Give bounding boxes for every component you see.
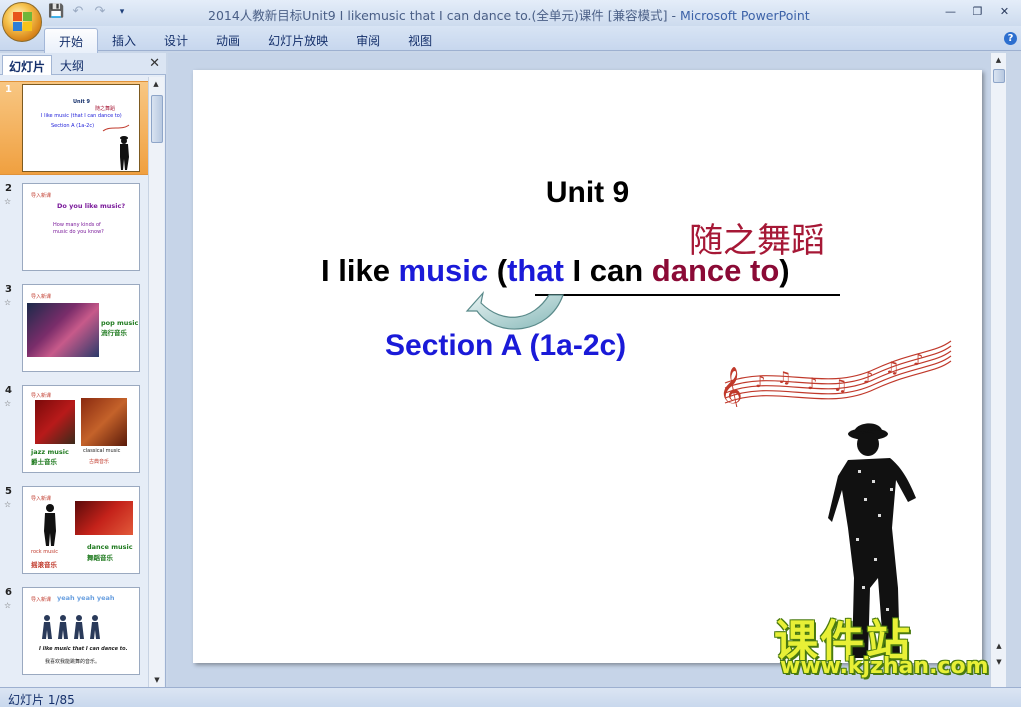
slide-number: 3 — [5, 284, 12, 295]
clause-underline — [535, 294, 840, 296]
window-title: 2014人教新目标Unit9 I likemusic that I can da… — [208, 8, 810, 23]
help-icon[interactable]: ? — [1004, 32, 1017, 45]
scroll-down-icon[interactable]: ▼ — [150, 673, 164, 687]
ribbon: 开始 插入 设计 动画 幻灯片放映 审阅 视图 ? — [0, 26, 1021, 53]
close-pane-icon[interactable]: ✕ — [149, 56, 160, 71]
svg-text:𝄞: 𝄞 — [719, 367, 743, 407]
classical-image — [81, 398, 127, 446]
slide-number: 2 — [5, 183, 12, 194]
scroll-thumb[interactable] — [993, 69, 1005, 83]
slide-thumbnail-2[interactable]: 2 ☆ 导入新课 Do you like music? How many kin… — [0, 181, 148, 275]
tab-view[interactable]: 视图 — [394, 28, 446, 53]
thumbnail-preview: 导入新课 rock music 摇滚音乐 dance music 舞蹈音乐 — [22, 486, 140, 574]
tab-animations[interactable]: 动画 — [202, 28, 254, 53]
slide-counter: 幻灯片 1/85 — [8, 693, 75, 707]
slide-number: 6 — [5, 587, 12, 598]
pane-tabs: 幻灯片 大纲 ✕ — [0, 53, 166, 75]
sentence-line: I like music (that I can dance to) — [321, 253, 790, 288]
tab-slides[interactable]: 幻灯片 — [2, 55, 53, 75]
tab-design[interactable]: 设计 — [150, 28, 202, 53]
slides-pane: 幻灯片 大纲 ✕ 1 Unit 9 随之舞蹈 I like music (tha… — [0, 53, 166, 687]
minimize-icon[interactable]: — — [938, 3, 963, 21]
dancing-figures-icon — [42, 615, 100, 639]
close-icon[interactable]: ✕ — [992, 3, 1017, 21]
slide-scrollbar[interactable]: ▲ ▲ ▼ — [990, 53, 1006, 687]
animation-icon: ☆ — [4, 500, 12, 509]
slide-thumbnail-4[interactable]: 4 ☆ 导入新课 jazz music 爵士音乐 classical music… — [0, 383, 148, 477]
dancers-image — [75, 501, 133, 535]
watermark-url: www.kjzhan.com — [780, 654, 989, 679]
slide-editor: Unit 9 随之舞蹈 I like music (that I can dan… — [168, 53, 1006, 687]
music-staff-icon: 𝄞 ♪ ♫ ♪ ♫ ♪ ♫ ♪ — [719, 340, 952, 407]
tab-slide-show[interactable]: 幻灯片放映 — [254, 28, 342, 53]
jazz-image — [35, 400, 75, 444]
redo-icon[interactable]: ↷ — [92, 4, 108, 20]
app-name: Microsoft PowerPoint — [679, 8, 810, 23]
thumbnail-list: 1 Unit 9 随之舞蹈 I like music (that I can d… — [0, 77, 148, 687]
ribbon-tabs: 开始 插入 设计 动画 幻灯片放映 审阅 视图 — [44, 28, 446, 53]
title-bar: 💾 ↶ ↷ ▾ 2014人教新目标Unit9 I likemusic that … — [0, 0, 1021, 26]
slide-thumbnail-1[interactable]: 1 Unit 9 随之舞蹈 I like music (that I can d… — [0, 81, 148, 175]
window-controls: — ❐ ✕ — [938, 3, 1017, 21]
undo-icon[interactable]: ↶ — [70, 4, 86, 20]
tab-insert[interactable]: 插入 — [98, 28, 150, 53]
quick-access-toolbar: 💾 ↶ ↷ ▾ — [48, 4, 130, 20]
dancer-icon — [120, 136, 129, 170]
thumbnail-preview: 导入新课 yeah yeah yeah I like music that I … — [22, 587, 140, 675]
slide-number: 4 — [5, 385, 12, 396]
tab-outline[interactable]: 大纲 — [54, 55, 90, 75]
animation-icon: ☆ — [4, 197, 12, 206]
customize-toolbar-icon[interactable]: ▾ — [114, 4, 130, 20]
animation-icon: ☆ — [4, 601, 12, 610]
svg-text:♪: ♪ — [863, 368, 873, 387]
animation-icon: ☆ — [4, 298, 12, 307]
svg-text:♫: ♫ — [833, 376, 847, 395]
watermark-logo: 课件站 www.kjzhan.com — [768, 605, 1008, 685]
scroll-thumb[interactable] — [151, 95, 163, 143]
thumbnail-scrollbar[interactable]: ▲ ▼ — [148, 77, 164, 687]
scroll-up-icon[interactable]: ▲ — [991, 53, 1006, 67]
slide-thumbnail-5[interactable]: 5 ☆ 导入新课 rock music 摇滚音乐 dance music 舞蹈音… — [0, 484, 148, 578]
slide-thumbnail-6[interactable]: 6 ☆ 导入新课 yeah yeah yeah I like music tha… — [0, 585, 148, 679]
office-button[interactable] — [2, 2, 42, 42]
unit-title: Unit 9 — [545, 176, 630, 209]
status-bar: 幻灯片 1/85 — [0, 687, 1021, 707]
section-title: Section A (1a-2c) — [385, 329, 627, 362]
tab-review[interactable]: 审阅 — [342, 28, 394, 53]
svg-text:♪: ♪ — [807, 374, 817, 393]
thumbnail-preview: Unit 9 随之舞蹈 I like music (that I can dan… — [22, 84, 140, 172]
restore-icon[interactable]: ❐ — [965, 3, 990, 21]
svg-text:♫: ♫ — [777, 368, 791, 387]
slide-thumbnail-3[interactable]: 3 ☆ 导入新课 pop music 流行音乐 — [0, 282, 148, 376]
thumbnail-preview: 导入新课 jazz music 爵士音乐 classical music 古典音… — [22, 385, 140, 473]
save-icon[interactable]: 💾 — [48, 4, 64, 20]
scroll-up-icon[interactable]: ▲ — [149, 77, 163, 91]
svg-text:♪: ♪ — [913, 350, 923, 369]
thumbnail-preview: 导入新课 Do you like music? How many kinds o… — [22, 183, 140, 271]
thumbnail-preview: 导入新课 pop music 流行音乐 — [22, 284, 140, 372]
rock-singer-icon — [44, 504, 56, 546]
slide-number: 5 — [5, 486, 12, 497]
current-slide[interactable]: Unit 9 随之舞蹈 I like music (that I can dan… — [193, 70, 982, 663]
pop-singers-image — [27, 303, 99, 357]
music-notes-icon — [102, 124, 130, 132]
curved-arrow-icon — [465, 290, 564, 330]
document-title: 2014人教新目标Unit9 I likemusic that I can da… — [208, 8, 668, 23]
animation-icon: ☆ — [4, 399, 12, 408]
slide-number: 1 — [5, 84, 12, 95]
office-logo-icon — [13, 12, 33, 32]
svg-text:♫: ♫ — [885, 358, 899, 377]
tab-home[interactable]: 开始 — [44, 28, 99, 53]
svg-text:♪: ♪ — [755, 372, 765, 391]
